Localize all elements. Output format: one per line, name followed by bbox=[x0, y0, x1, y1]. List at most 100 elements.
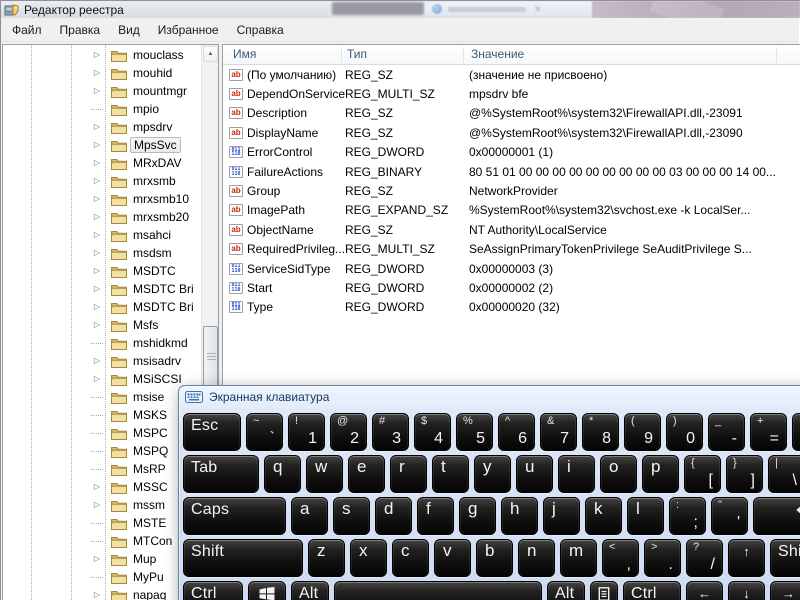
key-lbracket[interactable]: {[ bbox=[684, 455, 721, 493]
key-up[interactable]: ↑ bbox=[728, 539, 765, 577]
key-w[interactable]: w bbox=[306, 455, 343, 493]
expand-arrow-icon[interactable]: ▷ bbox=[89, 208, 105, 226]
key-m[interactable]: m bbox=[560, 539, 597, 577]
column-header-name[interactable]: Имя bbox=[233, 47, 256, 61]
tree-item[interactable]: ▷mssm bbox=[89, 496, 168, 514]
key-u[interactable]: u bbox=[516, 455, 553, 493]
table-row[interactable]: abGroupREG_SZNetworkProvider bbox=[224, 181, 798, 200]
table-row[interactable]: 011110FailureActionsREG_BINARY80 51 01 0… bbox=[224, 162, 798, 181]
tree-item[interactable]: ▷MpsSvc bbox=[89, 136, 181, 154]
expand-arrow-icon[interactable]: ▷ bbox=[89, 82, 105, 100]
menu-item-help[interactable]: Справка bbox=[228, 20, 293, 40]
scroll-up-button[interactable]: ▲ bbox=[203, 46, 218, 62]
tree-item[interactable]: ▷mrxsmb10 bbox=[89, 190, 192, 208]
key-c[interactable]: c bbox=[392, 539, 429, 577]
key-right[interactable]: → bbox=[770, 581, 800, 600]
key-e[interactable]: e bbox=[348, 455, 385, 493]
tree-item[interactable]: ▷Msfs bbox=[89, 316, 161, 334]
tree-item[interactable]: ▷napag bbox=[89, 586, 169, 600]
key-a[interactable]: a bbox=[291, 497, 328, 535]
tree-item[interactable]: ▷mountmgr bbox=[89, 82, 190, 100]
expand-arrow-icon[interactable]: ▷ bbox=[89, 46, 105, 64]
key-minus[interactable]: _- bbox=[708, 413, 745, 451]
key-i[interactable]: i bbox=[558, 455, 595, 493]
menu-item-edit[interactable]: Правка bbox=[51, 20, 110, 40]
key-t[interactable]: t bbox=[432, 455, 469, 493]
expand-arrow-icon[interactable]: ▷ bbox=[89, 262, 105, 280]
key-ralt[interactable]: Alt bbox=[547, 581, 585, 600]
tree-item[interactable]: MsRP bbox=[89, 460, 169, 478]
table-row[interactable]: abRequiredPrivileg...REG_MULTI_SZSeAssig… bbox=[224, 240, 798, 259]
key-p[interactable]: p bbox=[642, 455, 679, 493]
column-header-type[interactable]: Тип bbox=[347, 47, 367, 61]
key-9[interactable]: (9 bbox=[624, 413, 661, 451]
key-n[interactable]: n bbox=[518, 539, 555, 577]
tree-item[interactable]: ▷MSDTC Bri bbox=[89, 298, 197, 316]
column-separator[interactable] bbox=[463, 47, 464, 63]
expand-arrow-icon[interactable]: ▷ bbox=[89, 226, 105, 244]
key-8[interactable]: *8 bbox=[582, 413, 619, 451]
key-semicolon[interactable]: :; bbox=[669, 497, 706, 535]
key-b[interactable]: b bbox=[476, 539, 513, 577]
expand-arrow-icon[interactable]: ▷ bbox=[89, 64, 105, 82]
key-3[interactable]: #3 bbox=[372, 413, 409, 451]
key-h[interactable]: h bbox=[501, 497, 538, 535]
key-space[interactable] bbox=[334, 581, 542, 600]
expand-arrow-icon[interactable]: ▷ bbox=[89, 550, 105, 568]
tree-item[interactable]: ▷MSSC bbox=[89, 478, 171, 496]
registry-window-titlebar[interactable]: ✕ Редактор реестра bbox=[0, 0, 800, 18]
expand-arrow-icon[interactable]: ▷ bbox=[89, 280, 105, 298]
expand-arrow-icon[interactable]: ▷ bbox=[89, 316, 105, 334]
expand-arrow-icon[interactable]: ▷ bbox=[89, 586, 105, 600]
key-o[interactable]: o bbox=[600, 455, 637, 493]
tree-item[interactable]: ▷msdsm bbox=[89, 244, 175, 262]
key-backslash[interactable]: |\ bbox=[768, 455, 800, 493]
menu-item-view[interactable]: Вид bbox=[109, 20, 149, 40]
key-lctrl[interactable]: Ctrl bbox=[183, 581, 243, 600]
table-row[interactable]: abDependOnServiceREG_MULTI_SZmpsdrv bfe bbox=[224, 84, 798, 103]
key-l[interactable]: l bbox=[627, 497, 664, 535]
table-row[interactable]: abObjectNameREG_SZNT Authority\LocalServ… bbox=[224, 220, 798, 239]
key-comma[interactable]: <, bbox=[602, 539, 639, 577]
expand-arrow-icon[interactable]: ▷ bbox=[89, 172, 105, 190]
tree-item[interactable]: mshidkmd bbox=[89, 334, 191, 352]
expand-arrow-icon[interactable]: ▷ bbox=[89, 118, 105, 136]
key-k[interactable]: k bbox=[585, 497, 622, 535]
key-s[interactable]: s bbox=[333, 497, 370, 535]
key-1[interactable]: !1 bbox=[288, 413, 325, 451]
tree-item[interactable]: MSKS bbox=[89, 406, 170, 424]
key-lshift[interactable]: Shift bbox=[183, 539, 303, 577]
expand-arrow-icon[interactable]: ▷ bbox=[89, 496, 105, 514]
key-4[interactable]: $4 bbox=[414, 413, 451, 451]
expand-arrow-icon[interactable]: ▷ bbox=[89, 478, 105, 496]
tree-item[interactable]: ▷MSDTC bbox=[89, 262, 179, 280]
key-z[interactable]: z bbox=[308, 539, 345, 577]
expand-arrow-icon[interactable]: ▷ bbox=[89, 352, 105, 370]
tree-item[interactable]: MSTE bbox=[89, 514, 169, 532]
key-period[interactable]: >. bbox=[644, 539, 681, 577]
tree-item[interactable]: ▷mrxsmb20 bbox=[89, 208, 192, 226]
key-d[interactable]: d bbox=[375, 497, 412, 535]
key-rbracket[interactable]: }] bbox=[726, 455, 763, 493]
table-row[interactable]: 011110ErrorControlREG_DWORD0x00000001 (1… bbox=[224, 143, 798, 162]
key-esc[interactable]: Esc bbox=[183, 413, 241, 451]
tree-item[interactable]: mpio bbox=[89, 100, 162, 118]
table-row[interactable]: ab(По умолчанию)REG_SZ(значение не присв… bbox=[224, 65, 798, 84]
column-separator[interactable] bbox=[341, 47, 342, 63]
key-lalt[interactable]: Alt bbox=[291, 581, 329, 600]
key-j[interactable]: j bbox=[543, 497, 580, 535]
key-win[interactable] bbox=[248, 581, 286, 600]
key-v[interactable]: v bbox=[434, 539, 471, 577]
tree-item[interactable]: ▷mouhid bbox=[89, 64, 175, 82]
key-tab[interactable]: Tab bbox=[183, 455, 259, 493]
expand-arrow-icon[interactable]: ▷ bbox=[89, 136, 105, 154]
table-row[interactable]: abDisplayNameREG_SZ@%SystemRoot%\system3… bbox=[224, 123, 798, 142]
key-7[interactable]: &7 bbox=[540, 413, 577, 451]
column-separator[interactable] bbox=[776, 47, 777, 63]
key-5[interactable]: %5 bbox=[456, 413, 493, 451]
table-row[interactable]: abDescriptionREG_SZ@%SystemRoot%\system3… bbox=[224, 104, 798, 123]
key-f[interactable]: f bbox=[417, 497, 454, 535]
menu-item-favorites[interactable]: Избранное bbox=[149, 20, 228, 40]
tree-item[interactable]: ▷mouclass bbox=[89, 46, 187, 64]
menu-item-file[interactable]: Файл bbox=[3, 20, 51, 40]
